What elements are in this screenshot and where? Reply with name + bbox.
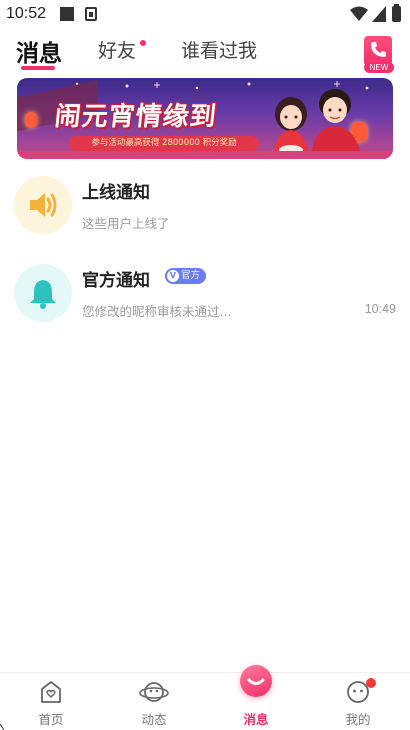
list-item-subtitle: 这些用户上线了 — [82, 216, 170, 231]
nav-messages-label: 消息 — [243, 712, 269, 727]
message-smile-icon — [240, 665, 272, 697]
planet-icon — [139, 682, 169, 702]
nav-feed-label: 动态 — [141, 712, 167, 727]
list-item-title: 官方通知 — [82, 271, 150, 291]
signal-icon — [372, 6, 386, 22]
notification-square-icon — [60, 7, 74, 21]
banner-base-decoration — [17, 151, 393, 159]
list-item-title: 上线通知 — [82, 183, 150, 203]
list-item-official-notice[interactable]: 官方通知 V 官方 您修改的昵称审核未通过... 10:49 — [0, 256, 410, 336]
man-illustration — [311, 89, 361, 158]
nav-me-label: 我的 — [345, 712, 371, 727]
new-badge: NEW — [364, 62, 394, 73]
list-item-time: 10:49 — [364, 302, 396, 316]
tab-friends[interactable]: 好友 — [98, 36, 136, 63]
official-notice-avatar — [14, 264, 72, 322]
nav-home-label: 首页 — [38, 712, 64, 727]
tab-visitors[interactable]: 谁看过我 — [181, 36, 257, 63]
bottom-nav: 首页 动态 消息 我的 — [0, 665, 410, 730]
home-heart-icon — [41, 681, 61, 703]
list-item-subtitle: 您修改的昵称审核未通过... — [82, 304, 232, 319]
sim-card-icon — [85, 7, 97, 21]
nav-me[interactable]: 我的 — [318, 673, 398, 730]
me-unread-dot — [366, 678, 376, 688]
banner-title: 闹元宵情缘到 — [53, 102, 219, 132]
speaker-icon — [30, 193, 57, 217]
top-tabs: 消息 好友 谁看过我 NEW — [0, 32, 410, 76]
status-time: 10:52 — [6, 5, 47, 22]
status-bar: 10:52 — [0, 0, 410, 30]
battery-icon — [392, 4, 401, 22]
verified-icon: V — [167, 270, 179, 282]
banner-subtitle: 参与活动最高获得 2800000 积分奖励 — [69, 136, 259, 151]
bell-icon — [30, 280, 56, 309]
nav-home[interactable]: 首页 — [11, 673, 91, 730]
list-item-online-notice[interactable]: 上线通知 这些用户上线了 — [0, 168, 410, 248]
event-banner[interactable]: 闹元宵情缘到 参与活动最高获得 2800000 积分奖励 — [17, 78, 393, 159]
nav-feed[interactable]: 动态 — [114, 673, 194, 730]
nav-messages[interactable]: 消息 — [216, 665, 296, 730]
wifi-icon — [350, 6, 368, 21]
lantern-icon — [25, 112, 37, 128]
friends-unread-dot — [140, 40, 146, 46]
official-badge: V 官方 — [165, 268, 207, 284]
official-badge-label: 官方 — [181, 270, 201, 281]
tab-messages[interactable]: 消息 — [16, 34, 62, 68]
online-notice-avatar — [14, 176, 72, 234]
active-tab-indicator — [21, 66, 55, 70]
phone-icon — [371, 42, 386, 57]
gesture-hint-icon — [0, 724, 4, 730]
